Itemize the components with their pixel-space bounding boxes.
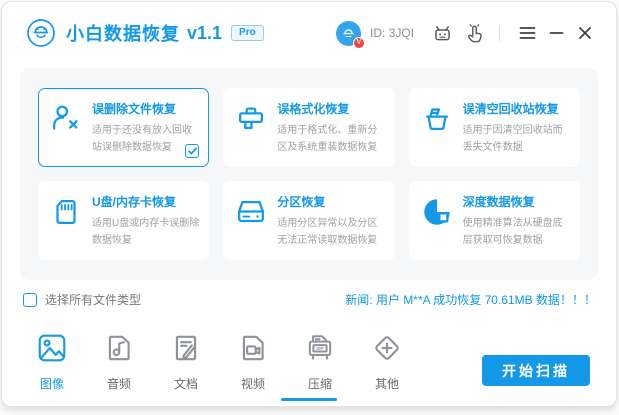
document-file-icon <box>163 331 209 365</box>
user-id-label: ID: 3JQI <box>370 26 414 40</box>
filetype-label: 文档 <box>163 375 209 392</box>
close-button[interactable] <box>574 22 596 44</box>
bottom-accent-line <box>281 398 337 401</box>
menu-button[interactable] <box>516 22 538 44</box>
card-title: 误删除文件恢复 <box>92 100 200 117</box>
sd-card-icon <box>49 193 83 249</box>
card-desc: 适用分区异常以及分区无法正常读取数据恢复 <box>277 215 385 249</box>
filetype-archive[interactable]: ZIP 压缩 <box>297 331 343 392</box>
app-version: v1.1 <box>187 23 222 44</box>
user-x-icon <box>49 100 83 156</box>
filetype-label: 其他 <box>364 375 410 392</box>
filetype-label: 音频 <box>96 375 142 392</box>
card-desc: 适用U盘或内存卡误删除数据恢复 <box>92 215 200 249</box>
titlebar-divider <box>499 26 500 41</box>
app-window: 小白数据恢复 v1.1 Pro V ID: 3JQI <box>1 1 617 407</box>
card-title: 分区恢复 <box>277 193 385 210</box>
card-usb-sdcard-recovery[interactable]: U盘/内存卡恢复 适用U盘或内存卡误删除数据恢复 <box>38 181 209 260</box>
card-title: 误格式化恢复 <box>277 100 385 117</box>
card-desc: 使用精准算法从硬盘底层获取可恢复数据 <box>463 215 571 249</box>
card-desc: 适用于还没有放入回收站误删除数据恢复 <box>92 122 200 156</box>
image-file-icon <box>29 331 75 365</box>
audio-file-icon <box>96 331 142 365</box>
select-all-file-types[interactable]: 选择所有文件类型 <box>23 291 141 308</box>
select-all-label: 选择所有文件类型 <box>45 291 141 308</box>
card-deleted-file-recovery[interactable]: 误删除文件恢复 适用于还没有放入回收站误删除数据恢复 <box>38 88 209 167</box>
robot-assistant-icon[interactable] <box>430 21 454 45</box>
card-desc: 适用于格式化、重新分区及系统重装数据恢复 <box>277 122 385 156</box>
card-title: 误清空回收站恢复 <box>463 100 571 117</box>
card-desc: 适用于因清空回收站而丢失文件数据 <box>463 122 571 156</box>
video-file-icon <box>230 331 276 365</box>
app-logo-icon <box>26 18 56 48</box>
card-format-recovery[interactable]: 误格式化恢复 适用于格式化、重新分区及系统重装数据恢复 <box>223 88 394 167</box>
filetype-label: 图像 <box>29 375 75 392</box>
card-recycle-bin-recovery[interactable]: 误清空回收站恢复 适用于因清空回收站而丢失文件数据 <box>409 88 580 167</box>
news-ticker: 新闻: 用户 M**A 成功恢复 70.61MB 数据！！！ <box>345 291 596 308</box>
other-plus-icon <box>364 331 410 365</box>
filetype-label: 压缩 <box>297 375 343 392</box>
filetype-document[interactable]: 文档 <box>163 331 209 392</box>
pro-badge: Pro <box>231 25 264 41</box>
app-title: 小白数据恢复 <box>66 20 180 46</box>
select-all-checkbox[interactable] <box>23 293 37 307</box>
filetype-audio[interactable]: 音频 <box>96 331 142 392</box>
filetype-label: 视频 <box>230 375 276 392</box>
minimize-button[interactable] <box>545 22 567 44</box>
filetype-image[interactable]: 图像 <box>29 331 75 392</box>
recovery-modes-panel: 误删除文件恢复 适用于还没有放入回收站误删除数据恢复 误格式化恢复 <box>20 68 598 280</box>
card-title: U盘/内存卡恢复 <box>92 193 200 210</box>
svg-text:ZIP: ZIP <box>316 346 324 352</box>
hard-drive-icon <box>234 193 268 249</box>
zip-file-icon: ZIP <box>297 331 343 365</box>
card-title: 深度数据恢复 <box>463 193 571 210</box>
filetype-video[interactable]: 视频 <box>230 331 276 392</box>
start-scan-button[interactable]: 开始扫描 <box>482 355 590 386</box>
hand-click-icon[interactable] <box>462 21 486 45</box>
user-avatar[interactable]: V <box>336 21 361 46</box>
filetype-other[interactable]: 其他 <box>364 331 410 392</box>
vip-badge: V <box>353 37 365 49</box>
title-bar: 小白数据恢复 v1.1 Pro V ID: 3JQI <box>2 2 616 64</box>
deep-scan-icon <box>420 193 454 249</box>
card-checkbox-checked[interactable] <box>185 144 199 158</box>
card-deep-recovery[interactable]: 深度数据恢复 使用精准算法从硬盘底层获取可恢复数据 <box>409 181 580 260</box>
format-brush-icon <box>234 100 268 156</box>
card-partition-recovery[interactable]: 分区恢复 适用分区异常以及分区无法正常读取数据恢复 <box>223 181 394 260</box>
recycle-bin-icon <box>420 100 454 156</box>
